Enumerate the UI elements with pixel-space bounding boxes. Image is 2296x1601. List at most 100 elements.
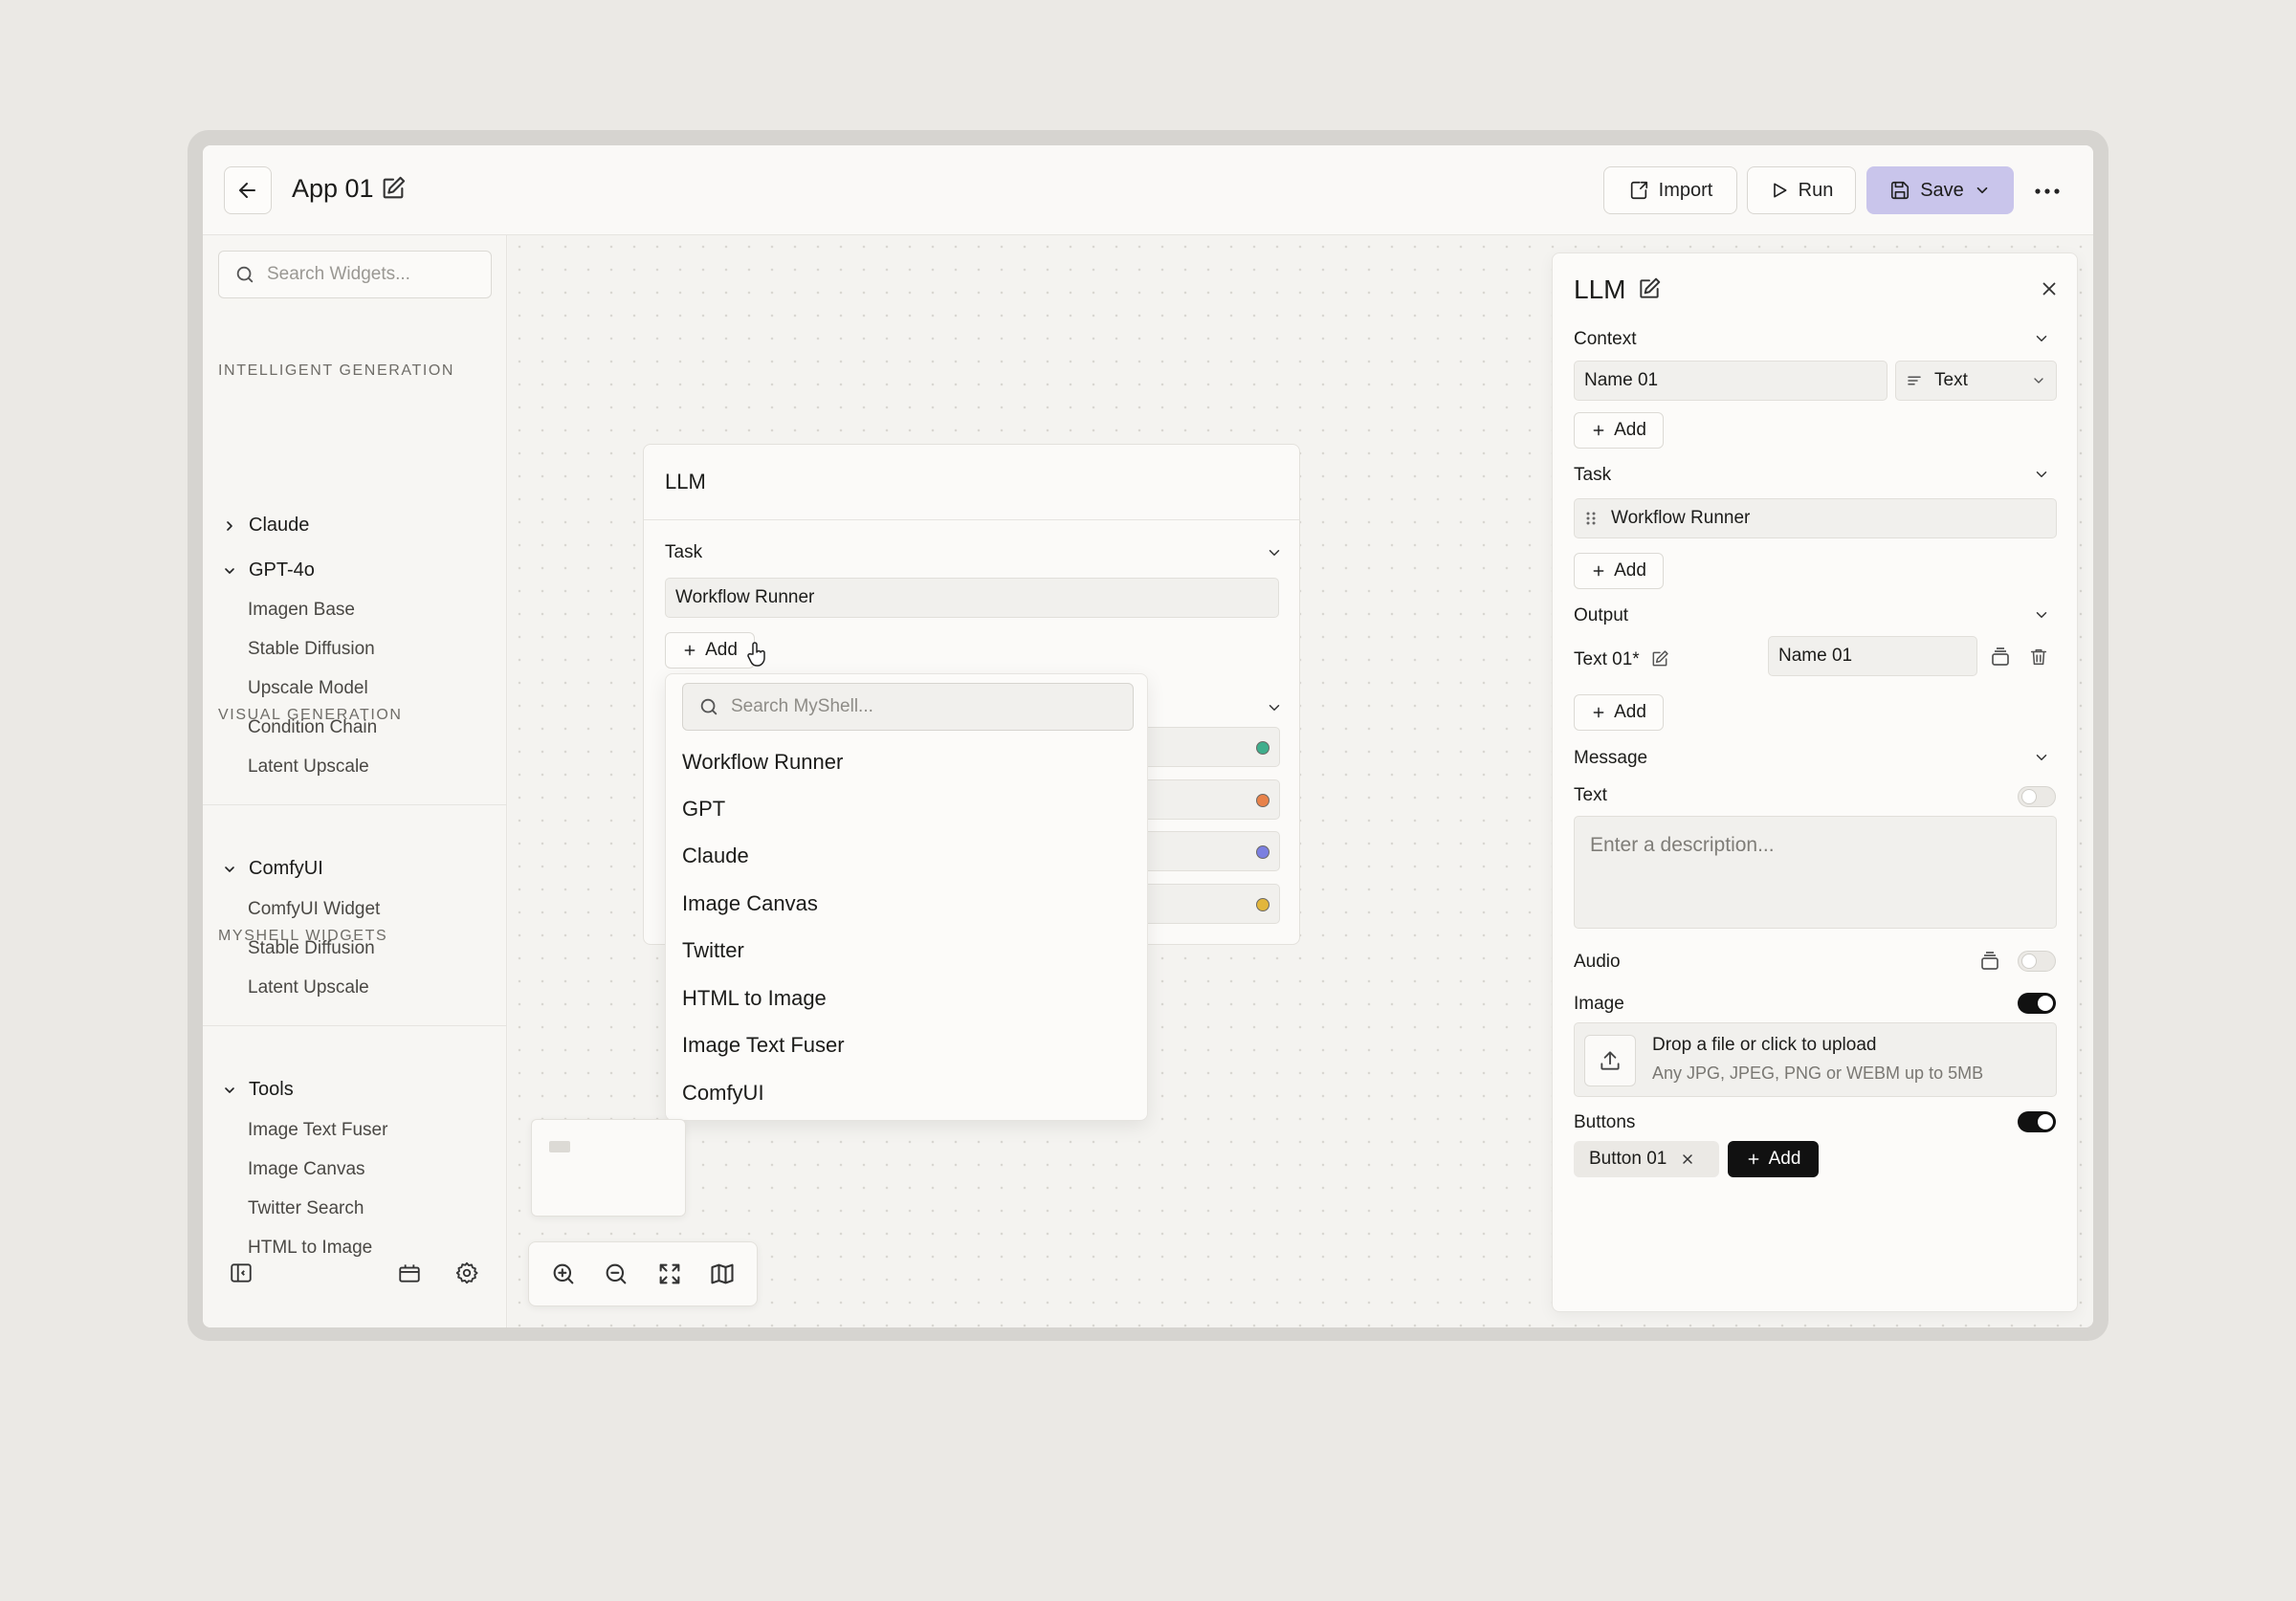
sidebar-group-label: GPT-4o [249, 559, 315, 581]
sidebar-item-stable-diffusion[interactable]: Stable Diffusion [248, 639, 375, 660]
section-divider [203, 804, 507, 805]
audio-toggle-label: Audio [1574, 952, 1621, 972]
settings-gear-icon[interactable] [451, 1257, 483, 1289]
sidebar-item-latent-upscale[interactable]: Latent Upscale [248, 757, 369, 778]
section-label-visual-generation: VISUAL GENERATION [218, 707, 403, 723]
task-field[interactable]: Workflow Runner [1574, 498, 2057, 538]
widget-search-dropdown: Search MyShell... Workflow Runner GPT Cl… [665, 673, 1148, 1121]
output-port-dot[interactable] [1256, 845, 1269, 859]
sidebar-group-claude[interactable]: Claude [222, 515, 309, 537]
image-toggle[interactable] [2018, 993, 2056, 1014]
storage-icon[interactable] [393, 1257, 426, 1289]
output-add-button[interactable]: Add [1574, 694, 1664, 731]
sidebar-item-comfyui-widget[interactable]: ComfyUI Widget [248, 899, 380, 920]
drag-handle-icon[interactable] [1584, 511, 1598, 526]
sidebar-item-image-canvas[interactable]: Image Canvas [248, 1159, 365, 1180]
fit-view-icon[interactable] [651, 1256, 688, 1292]
edit-output-icon[interactable] [1650, 649, 1669, 673]
buttons-toggle[interactable] [2018, 1111, 2056, 1132]
chevron-down-icon[interactable] [2033, 606, 2050, 628]
upload-icon [1584, 1035, 1636, 1086]
search-widgets-input[interactable]: Search Widgets... [218, 251, 492, 298]
add-label: Add [1614, 702, 1646, 722]
dropdown-item-gpt[interactable]: GPT [682, 784, 1134, 831]
button-chip[interactable]: Button 01 [1574, 1141, 1719, 1177]
task-section-label: Task [1574, 465, 1612, 485]
output-port-dot[interactable] [1256, 898, 1269, 911]
buttons-toggle-label: Buttons [1574, 1112, 1636, 1132]
zoom-toolbar [528, 1241, 758, 1306]
dropdown-item-claude[interactable]: Claude [682, 831, 1134, 878]
sidebar-item-upscale-model[interactable]: Upscale Model [248, 678, 368, 699]
close-icon[interactable] [2039, 278, 2060, 304]
widgets-sidebar: Search Widgets... INTELLIGENT GENERATION… [203, 235, 507, 1327]
back-button[interactable] [224, 166, 272, 214]
sidebar-item-latent-upscale[interactable]: Latent Upscale [248, 977, 369, 998]
zoom-in-icon[interactable] [545, 1256, 582, 1292]
minimap[interactable] [531, 1119, 686, 1217]
layers-icon[interactable] [1989, 646, 2012, 673]
close-icon[interactable] [1680, 1151, 1695, 1167]
chevron-down-icon [225, 1086, 234, 1093]
properties-panel: LLM Context Name 01 Text Add Task Workfl… [1552, 252, 2078, 1312]
dropdown-item-html-to-image[interactable]: HTML to Image [682, 974, 1134, 1020]
panel-title: LLM [1574, 274, 1626, 304]
sidebar-item-image-text-fuser[interactable]: Image Text Fuser [248, 1120, 387, 1141]
chevron-down-icon[interactable] [2033, 749, 2050, 771]
sidebar-group-gpt-4o[interactable]: GPT-4o [222, 559, 315, 581]
run-button[interactable]: Run [1747, 166, 1856, 214]
map-icon[interactable] [704, 1256, 740, 1292]
output-name-label: Text 01* [1574, 649, 1640, 669]
sidebar-item-twitter-search[interactable]: Twitter Search [248, 1198, 364, 1219]
buttons-add-button[interactable]: Add [1728, 1141, 1819, 1177]
import-button[interactable]: Import [1603, 166, 1737, 214]
context-type-select[interactable]: Text [1895, 361, 2057, 401]
context-add-button[interactable]: Add [1574, 412, 1664, 449]
dropdown-item-comfyui[interactable]: ComfyUI [682, 1068, 1134, 1115]
edit-title-icon[interactable] [1637, 276, 1662, 306]
trash-icon[interactable] [2028, 646, 2049, 673]
chevron-down-icon [2034, 378, 2043, 384]
zoom-out-icon[interactable] [598, 1256, 634, 1292]
layers-icon[interactable] [1978, 950, 2001, 977]
collapse-sidebar-icon[interactable] [225, 1257, 257, 1289]
output-port-dot[interactable] [1256, 794, 1269, 807]
dropdown-item-image-text-fuser[interactable]: Image Text Fuser [682, 1020, 1134, 1067]
add-label: Add [1614, 420, 1646, 440]
search-myshell-input[interactable]: Search MyShell... [682, 683, 1134, 731]
sidebar-item-imagen-base[interactable]: Imagen Base [248, 600, 355, 621]
chevron-down-icon[interactable] [2033, 330, 2050, 352]
sidebar-group-comfyui[interactable]: ComfyUI [222, 858, 323, 880]
dropdown-item-image-canvas[interactable]: Image Canvas [682, 879, 1134, 926]
file-upload-dropzone[interactable]: Drop a file or click to upload Any JPG, … [1574, 1022, 2057, 1097]
node-task-field[interactable]: Workflow Runner [665, 578, 1279, 618]
sidebar-item-html-to-image[interactable]: HTML to Image [248, 1238, 372, 1259]
add-label: Add [1614, 560, 1646, 581]
text-toggle[interactable] [2018, 786, 2056, 807]
context-name-input[interactable]: Name 01 [1574, 361, 1888, 401]
sidebar-group-label: Tools [249, 1079, 294, 1100]
description-textarea[interactable]: Enter a description... [1574, 816, 2057, 929]
output-port-dot[interactable] [1256, 741, 1269, 755]
edit-title-icon[interactable] [380, 175, 408, 204]
hand-cursor-icon [747, 642, 765, 667]
save-button[interactable]: Save [1866, 166, 2014, 214]
chevron-down-icon[interactable] [2033, 466, 2050, 488]
task-add-button[interactable]: Add [1574, 553, 1664, 589]
plus-icon [684, 645, 695, 656]
audio-toggle[interactable] [2018, 951, 2056, 972]
import-label: Import [1658, 179, 1713, 201]
dropdown-item-workflow-runner[interactable]: Workflow Runner [682, 737, 1134, 784]
dropdown-item-twitter[interactable]: Twitter [682, 926, 1134, 973]
sidebar-group-label: Claude [249, 515, 310, 536]
more-options-icon[interactable] [2028, 172, 2066, 210]
toggle-knob [2038, 1114, 2053, 1129]
import-icon [1630, 181, 1647, 200]
chevron-down-icon[interactable] [1266, 544, 1283, 566]
output-value-input[interactable]: Name 01 [1768, 636, 1977, 676]
search-icon [700, 698, 718, 715]
sidebar-group-tools[interactable]: Tools [222, 1079, 294, 1101]
node-add-button[interactable]: Add [665, 632, 755, 669]
chevron-down-icon[interactable] [1266, 699, 1283, 721]
node-add-label: Add [705, 640, 738, 660]
